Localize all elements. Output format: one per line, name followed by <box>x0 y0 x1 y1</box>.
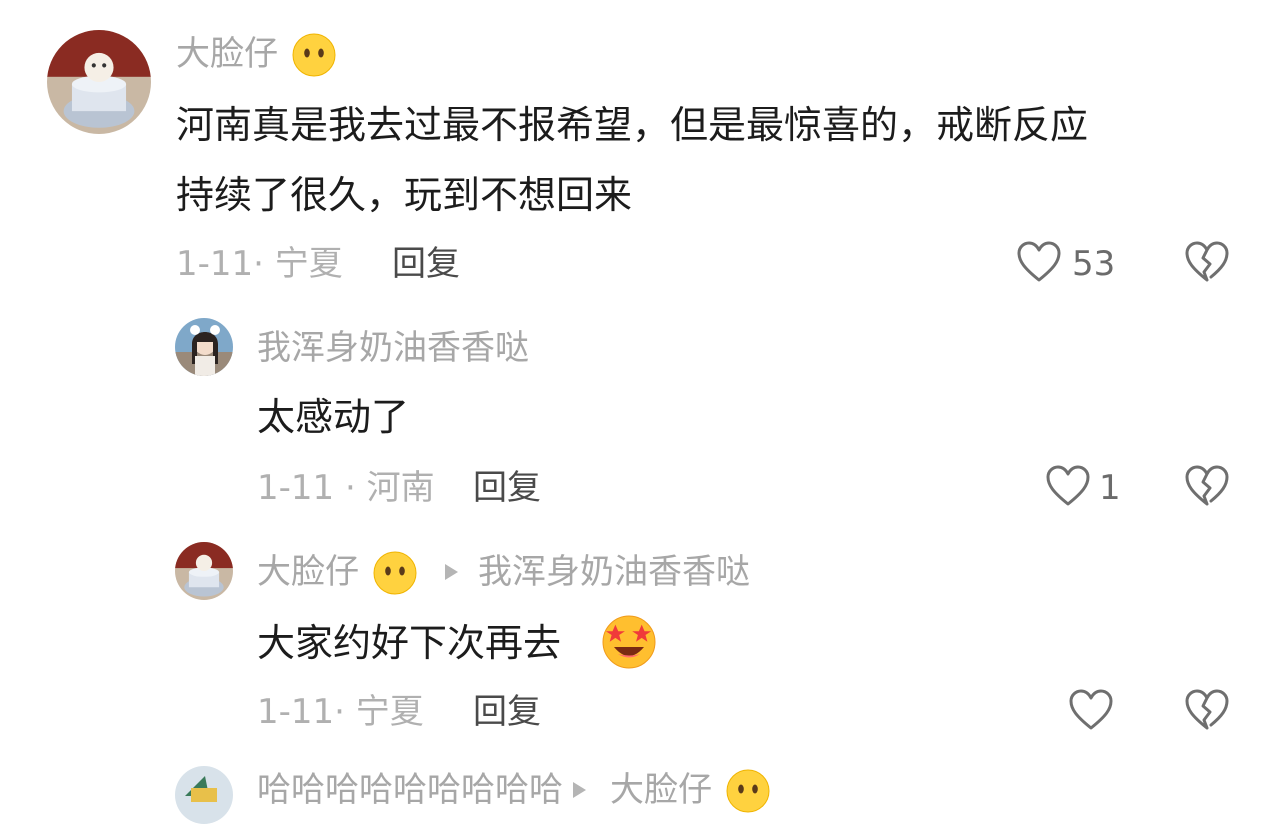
broken-heart-icon[interactable] <box>1184 688 1230 732</box>
broken-heart-icon[interactable] <box>1184 464 1230 508</box>
reply-button[interactable]: 回复 <box>473 468 541 508</box>
comment-meta: 1-11 · 河南 <box>257 468 435 508</box>
comment-username[interactable]: 大脸仔 <box>176 34 278 74</box>
broken-heart-icon[interactable] <box>1184 240 1230 284</box>
avatar[interactable] <box>175 542 233 600</box>
avatar[interactable] <box>175 318 233 376</box>
like-count: 53 <box>1072 244 1116 284</box>
heart-outline-icon[interactable] <box>1068 688 1114 732</box>
reply-button[interactable]: 回复 <box>392 244 460 284</box>
comment-text: 持续了很久，玩到不想回来 <box>176 173 633 217</box>
heart-outline-icon[interactable] <box>1045 464 1091 508</box>
neutral-face-emoji <box>292 33 336 77</box>
comment-meta: 1-11· 宁夏 <box>176 244 343 284</box>
like-count: 1 <box>1099 468 1121 508</box>
reply-to-username[interactable]: 大脸仔 <box>610 770 712 810</box>
triangle-right-icon <box>442 562 460 582</box>
comment-username[interactable]: 我浑身奶油香香哒 <box>257 328 529 368</box>
star-struck-emoji <box>600 613 658 669</box>
avatar[interactable] <box>47 30 151 134</box>
comment-meta: 1-11· 宁夏 <box>257 692 424 732</box>
comment-username[interactable]: 哈哈哈哈哈哈哈哈哈 <box>257 770 563 810</box>
comment-text: 大家约好下次再去 <box>257 621 562 665</box>
avatar[interactable] <box>175 766 233 824</box>
comment-username[interactable]: 大脸仔 <box>257 552 359 592</box>
triangle-right-icon <box>570 780 588 800</box>
comment-text: 太感动了 <box>257 395 410 439</box>
comment-text: 河南真是我去过最不报希望，但是最惊喜的，戒断反应 <box>176 103 1089 147</box>
heart-outline-icon[interactable] <box>1016 240 1062 284</box>
reply-button[interactable]: 回复 <box>473 692 541 732</box>
reply-to-username[interactable]: 我浑身奶油香香哒 <box>478 552 750 592</box>
neutral-face-emoji <box>373 551 417 595</box>
neutral-face-emoji <box>726 769 770 813</box>
